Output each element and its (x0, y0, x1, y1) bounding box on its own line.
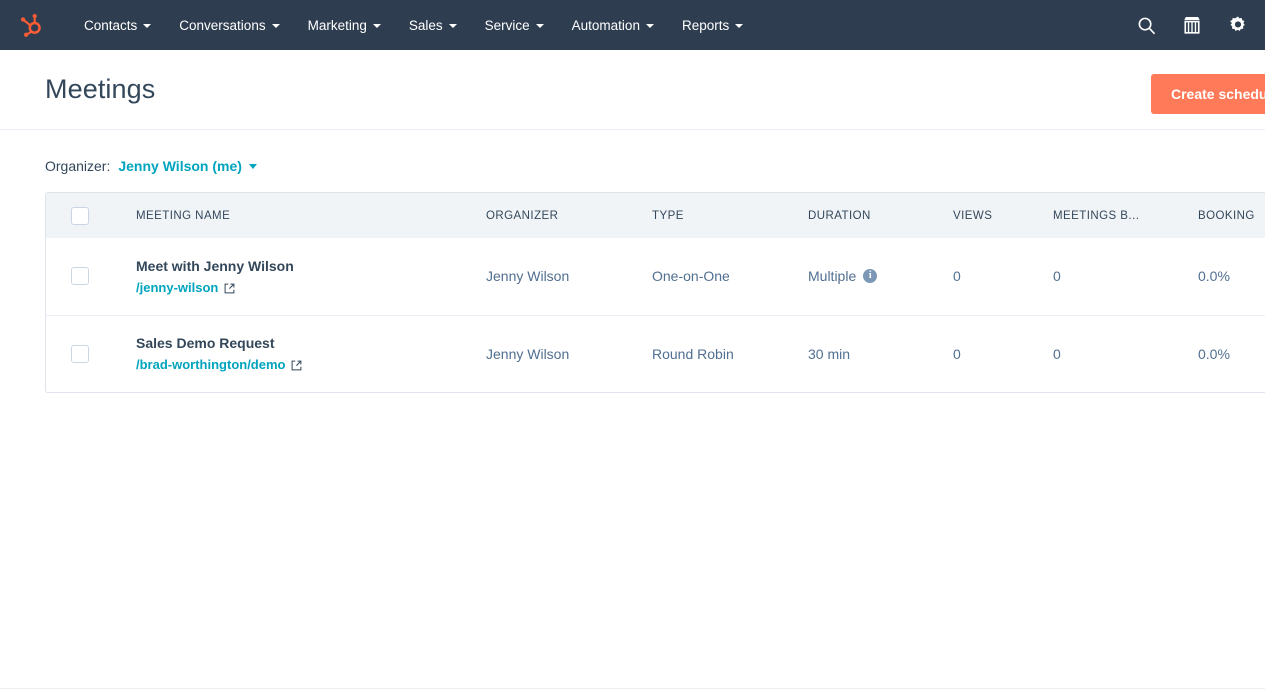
nav-item-conversations[interactable]: Conversations (165, 12, 293, 39)
meetings-booked-cell: 0 (1053, 315, 1198, 392)
row-checkbox[interactable] (71, 267, 89, 285)
organizer-cell: Jenny Wilson (486, 315, 652, 392)
nav-item-label: Marketing (308, 18, 367, 33)
table-body: Meet with Jenny Wilson /jenny-wilson Jen… (46, 238, 1265, 392)
meeting-name-cell: Sales Demo Request /brad-worthington/dem… (136, 315, 486, 392)
main-menu: Contacts Conversations Marketing Sales S… (70, 12, 757, 39)
meeting-slug-link[interactable]: /brad-worthington/demo (136, 357, 302, 372)
external-link-icon (224, 283, 235, 294)
nav-item-label: Contacts (84, 18, 137, 33)
meeting-slug-text: /brad-worthington/demo (136, 357, 285, 372)
marketplace-icon[interactable] (1179, 12, 1205, 38)
select-all-checkbox[interactable] (71, 207, 89, 225)
nav-item-contacts[interactable]: Contacts (70, 12, 165, 39)
organizer-filter-dropdown[interactable]: Jenny Wilson (me) (118, 158, 257, 174)
organizer-filter-label: Organizer: (45, 158, 110, 174)
type-cell: One-on-One (652, 238, 808, 315)
column-header-meeting-name[interactable]: MEETING NAME (136, 193, 486, 238)
row-select-cell (46, 315, 136, 392)
page-bottom-divider (0, 688, 1265, 689)
booking-rate-cell: 0.0% (1198, 315, 1265, 392)
meeting-name-cell: Meet with Jenny Wilson /jenny-wilson (136, 238, 486, 315)
nav-item-label: Reports (682, 18, 729, 33)
hubspot-sprocket-logo-icon[interactable] (14, 8, 48, 42)
column-header-views[interactable]: VIEWS (953, 193, 1053, 238)
top-navigation-bar: Contacts Conversations Marketing Sales S… (0, 0, 1265, 50)
info-icon[interactable]: i (863, 269, 877, 283)
chevron-down-icon (536, 24, 544, 28)
column-header-organizer[interactable]: ORGANIZER (486, 193, 652, 238)
nav-item-reports[interactable]: Reports (668, 12, 757, 39)
row-checkbox[interactable] (71, 345, 89, 363)
nav-item-label: Sales (409, 18, 443, 33)
gear-icon[interactable] (1225, 12, 1251, 38)
chevron-down-icon (143, 24, 151, 28)
nav-item-marketing[interactable]: Marketing (294, 12, 395, 39)
type-cell: Round Robin (652, 315, 808, 392)
meeting-name-link[interactable]: Sales Demo Request (136, 335, 486, 351)
chevron-down-icon (272, 24, 280, 28)
duration-cell: Multiple i (808, 238, 953, 315)
page-header: Meetings (0, 50, 1265, 130)
meetings-table-container: MEETING NAME ORGANIZER TYPE DURATION VIE… (45, 192, 1265, 393)
nav-item-automation[interactable]: Automation (558, 12, 668, 39)
organizer-filter-value: Jenny Wilson (me) (118, 158, 242, 174)
booking-rate-cell: 0.0% (1198, 238, 1265, 315)
table-head: MEETING NAME ORGANIZER TYPE DURATION VIE… (46, 193, 1265, 238)
search-icon[interactable] (1133, 12, 1159, 38)
duration-text: 30 min (808, 346, 850, 362)
nav-item-service[interactable]: Service (471, 12, 558, 39)
column-header-meetings-booked[interactable]: MEETINGS B... (1053, 193, 1198, 238)
chevron-down-icon (735, 24, 743, 28)
nav-item-label: Conversations (179, 18, 265, 33)
nav-item-label: Automation (572, 18, 640, 33)
top-navigation-actions (1133, 0, 1251, 50)
duration-cell: 30 min (808, 315, 953, 392)
create-scheduling-page-button[interactable]: Create scheduling page (1151, 74, 1265, 114)
meeting-name-link[interactable]: Meet with Jenny Wilson (136, 258, 486, 274)
external-link-icon (291, 360, 302, 371)
row-select-cell (46, 238, 136, 315)
nav-item-label: Service (485, 18, 530, 33)
nav-item-sales[interactable]: Sales (395, 12, 471, 39)
organizer-filter-bar: Organizer: Jenny Wilson (me) (0, 130, 1265, 174)
chevron-down-icon (373, 24, 381, 28)
table-row[interactable]: Meet with Jenny Wilson /jenny-wilson Jen… (46, 238, 1265, 315)
column-header-duration[interactable]: DURATION (808, 193, 953, 238)
meetings-booked-cell: 0 (1053, 238, 1198, 315)
select-all-header (46, 193, 136, 238)
table-row[interactable]: Sales Demo Request /brad-worthington/dem… (46, 315, 1265, 392)
column-header-booking-rate[interactable]: BOOKING (1198, 193, 1265, 238)
meeting-slug-text: /jenny-wilson (136, 280, 218, 295)
meetings-table: MEETING NAME ORGANIZER TYPE DURATION VIE… (46, 193, 1265, 392)
chevron-down-icon (646, 24, 654, 28)
views-cell: 0 (953, 238, 1053, 315)
column-header-type[interactable]: TYPE (652, 193, 808, 238)
table-header-row: MEETING NAME ORGANIZER TYPE DURATION VIE… (46, 193, 1265, 238)
meeting-slug-link[interactable]: /jenny-wilson (136, 280, 235, 295)
page-title: Meetings (45, 74, 155, 105)
organizer-cell: Jenny Wilson (486, 238, 652, 315)
caret-down-icon (249, 164, 257, 169)
duration-text: Multiple (808, 268, 856, 284)
chevron-down-icon (449, 24, 457, 28)
views-cell: 0 (953, 315, 1053, 392)
